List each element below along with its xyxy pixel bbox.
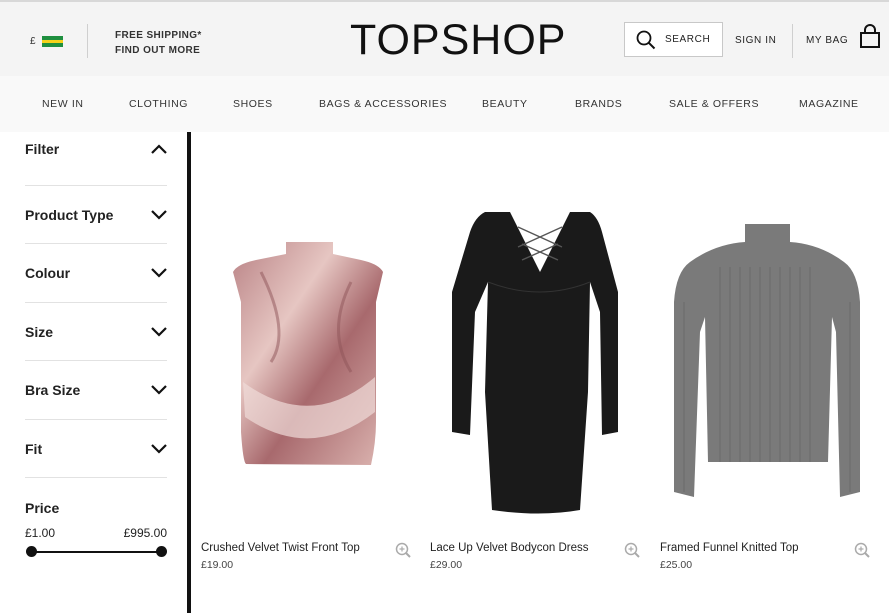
product-price: £29.00 xyxy=(430,559,463,571)
filter-label: Bra Size xyxy=(25,382,81,398)
divider xyxy=(25,360,167,361)
site-logo[interactable]: TOPSHOP xyxy=(350,16,566,64)
search-label: SEARCH xyxy=(665,34,711,45)
product-image[interactable] xyxy=(660,132,880,532)
shipping-line-1: FREE SHIPPING* xyxy=(115,30,202,41)
nav-bags-accessories[interactable]: BAGS & ACCESSORIES xyxy=(319,98,447,110)
filter-label: Size xyxy=(25,324,54,340)
price-filter-title: Price xyxy=(25,500,60,516)
product-image[interactable] xyxy=(430,132,650,532)
sign-in-link[interactable]: SIGN IN xyxy=(735,35,776,46)
nav-new-in[interactable]: NEW IN xyxy=(42,98,84,110)
search-icon xyxy=(636,30,656,49)
product-card[interactable]: Lace Up Velvet Bodycon Dress £29.00 xyxy=(430,132,650,592)
filter-label: Colour xyxy=(25,265,71,281)
chevron-down-icon xyxy=(151,327,167,337)
quick-view-icon[interactable] xyxy=(395,542,411,558)
chevron-down-icon xyxy=(151,385,167,395)
sidebar-divider xyxy=(187,132,191,613)
chevron-down-icon xyxy=(151,210,167,220)
shipping-promo[interactable]: FREE SHIPPING* FIND OUT MORE xyxy=(115,28,202,58)
filter-label: Fit xyxy=(25,441,43,457)
product-image[interactable] xyxy=(201,132,421,532)
nav-beauty[interactable]: BEAUTY xyxy=(482,98,528,110)
nav-magazine[interactable]: MAGAZINE xyxy=(799,98,859,110)
my-bag-link[interactable]: MY BAG xyxy=(806,35,848,46)
product-name[interactable]: Crushed Velvet Twist Front Top xyxy=(201,542,360,554)
divider xyxy=(25,302,167,303)
quick-view-icon[interactable] xyxy=(624,542,640,558)
product-card[interactable]: Framed Funnel Knitted Top £25.00 xyxy=(660,132,880,592)
filter-label: Product Type xyxy=(25,207,114,223)
shopping-bag-icon[interactable] xyxy=(859,24,881,50)
product-name[interactable]: Framed Funnel Knitted Top xyxy=(660,542,799,554)
product-price: £25.00 xyxy=(660,559,693,571)
price-slider-max-handle[interactable] xyxy=(156,546,167,557)
divider xyxy=(25,185,167,186)
search-button[interactable]: SEARCH xyxy=(624,22,723,57)
chevron-down-icon xyxy=(151,444,167,454)
flag-icon xyxy=(41,36,63,48)
filter-product-type[interactable]: Product Type xyxy=(25,207,167,223)
price-max: £995.00 xyxy=(123,526,167,540)
nav-brands[interactable]: BRANDS xyxy=(575,98,622,110)
filter-colour[interactable]: Colour xyxy=(25,265,167,281)
filter-bra-size[interactable]: Bra Size xyxy=(25,382,167,398)
nav-shoes[interactable]: SHOES xyxy=(233,98,273,110)
product-card[interactable]: Crushed Velvet Twist Front Top £19.00 xyxy=(201,132,421,592)
filter-size[interactable]: Size xyxy=(25,324,167,340)
divider xyxy=(792,24,793,58)
product-price: £19.00 xyxy=(201,559,234,571)
divider xyxy=(25,419,167,420)
main-nav: NEW IN CLOTHING SHOES BAGS & ACCESSORIES… xyxy=(0,76,889,132)
chevron-down-icon xyxy=(151,268,167,278)
product-name[interactable]: Lace Up Velvet Bodycon Dress xyxy=(430,542,589,554)
nav-sale-offers[interactable]: SALE & OFFERS xyxy=(669,98,759,110)
filter-header[interactable]: Filter xyxy=(25,141,167,157)
nav-clothing[interactable]: CLOTHING xyxy=(129,98,188,110)
shipping-line-2[interactable]: FIND OUT MORE xyxy=(115,43,202,58)
currency-symbol: £ xyxy=(30,36,36,47)
chevron-up-icon xyxy=(151,144,167,154)
currency-selector[interactable]: £ xyxy=(30,36,63,48)
filter-fit[interactable]: Fit xyxy=(25,441,167,457)
price-slider-track[interactable] xyxy=(30,551,161,553)
quick-view-icon[interactable] xyxy=(854,542,870,558)
divider xyxy=(25,243,167,244)
price-min: £1.00 xyxy=(25,526,56,540)
filter-title: Filter xyxy=(25,141,60,157)
divider xyxy=(87,24,88,58)
price-slider-min-handle[interactable] xyxy=(26,546,37,557)
divider xyxy=(25,477,167,478)
top-bar: £ FREE SHIPPING* FIND OUT MORE TOPSHOP S… xyxy=(0,0,889,76)
